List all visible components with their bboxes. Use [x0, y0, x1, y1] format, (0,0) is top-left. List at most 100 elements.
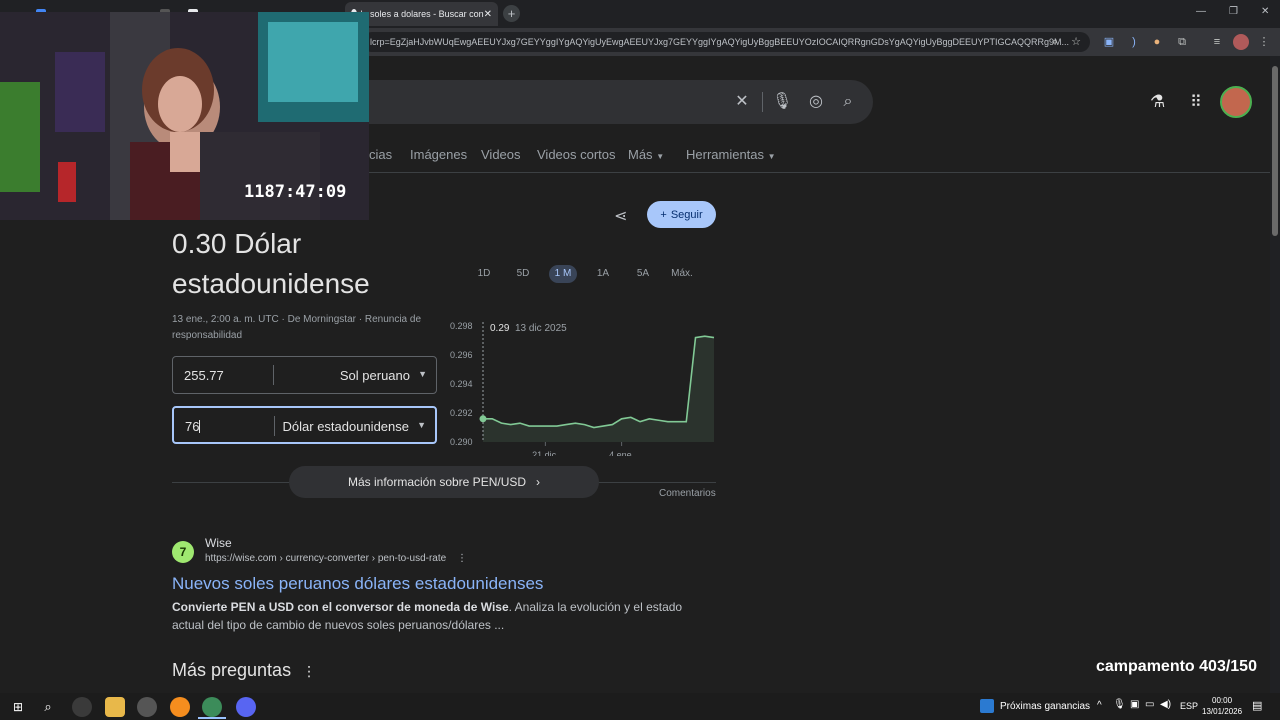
windows-start-icon[interactable]: ⊞ [8, 697, 28, 717]
y-tick-label: 0.290 [450, 437, 473, 447]
close-window-button[interactable]: ✕ [1261, 6, 1269, 17]
address-bar[interactable]: lcrp=EgZjaHJvbWUqEwgAEEUYJxg7GEYYggIYgAQ… [362, 32, 1090, 52]
dropdown-caret-icon[interactable]: ▼ [418, 369, 427, 379]
from-currency-row: 255.77 Sol peruano ▼ [172, 356, 437, 394]
tooltip-date: 13 dic 2025 [515, 323, 567, 334]
share-icon[interactable]: ⋖ [614, 206, 627, 226]
range-5a[interactable]: 5A [633, 265, 653, 283]
tab-news[interactable]: cias [369, 147, 392, 162]
to-amount-input[interactable]: 76 [185, 419, 201, 434]
bookmark-star-icon[interactable]: ☆ [1068, 34, 1084, 50]
widget-icon[interactable] [980, 699, 994, 713]
file-explorer-icon[interactable] [105, 697, 125, 717]
more-questions-label: Más preguntas [172, 660, 292, 680]
x-tick-label: 4 ene. [609, 450, 634, 456]
chevron-down-icon: ▼ [767, 152, 776, 161]
widget-label[interactable]: Próximas ganancias [1000, 701, 1090, 712]
more-options-icon[interactable]: ⋮ [457, 553, 467, 564]
y-tick-label: 0.294 [450, 379, 473, 389]
search-input[interactable]: ✕ 🎙 ◎ ⌕ [340, 80, 873, 124]
y-tick-label: 0.292 [450, 408, 473, 418]
clear-icon[interactable]: ✕ [732, 92, 752, 112]
more-info-button[interactable]: Más información sobre PEN/USD › [289, 466, 599, 498]
media-control-icon[interactable]: ≡ [1209, 34, 1225, 50]
range-5d[interactable]: 5D [513, 265, 533, 283]
clock-date[interactable]: 13/01/2026 [1202, 707, 1242, 716]
range-1d[interactable]: 1D [474, 265, 494, 283]
tab-short-videos[interactable]: Videos cortos [537, 147, 616, 162]
more-options-icon[interactable]: ⋮ [302, 663, 316, 679]
field-divider [273, 365, 274, 385]
chrome-app-icon[interactable] [202, 697, 222, 717]
tab-title: le soles a dolares - Buscar con [360, 9, 484, 19]
campamento-counter: campamento 403/150 [1096, 658, 1257, 675]
more-info-label: Más información sobre PEN/USD [347, 475, 527, 489]
tray-chevron-icon[interactable]: ^ [1097, 700, 1102, 711]
tab-more[interactable]: Más ▼ [628, 147, 664, 162]
page-scrollbar[interactable] [1270, 56, 1280, 693]
taskbar-search-icon[interactable]: ⌕ [38, 697, 58, 717]
stream-timer: 1187:47:09 [244, 182, 347, 202]
extensions-puzzle-icon[interactable]: ⧉ [1174, 34, 1190, 50]
notifications-icon[interactable]: ▤ [1252, 699, 1262, 712]
result-title-link[interactable]: Nuevos soles peruanos dólares estadounid… [172, 574, 543, 594]
follow-button[interactable]: + Seguir [647, 201, 716, 228]
overwatch-app-icon[interactable] [170, 697, 190, 717]
from-amount-input[interactable]: 255.77 [184, 368, 224, 383]
translate-extension-icon[interactable]: ▣ [1101, 34, 1117, 50]
conversion-meta: 13 ene., 2:00 a. m. UTC · De Morningstar… [172, 314, 422, 341]
obs-app-icon[interactable] [72, 697, 92, 717]
range-max[interactable]: Máx. [668, 265, 696, 283]
snippet-bold: Convierte PEN a USD con el conversor de … [172, 600, 509, 614]
wise-favicon: 7 [172, 541, 194, 563]
restore-button[interactable]: ❐ [1229, 6, 1238, 17]
range-1a[interactable]: 1A [593, 265, 613, 283]
tab-images[interactable]: Imágenes [410, 147, 467, 162]
tab-close-icon[interactable]: ✕ [484, 9, 492, 20]
hover-point [479, 415, 487, 423]
audio-extension-icon[interactable]: ) [1126, 34, 1142, 50]
scroll-thumb[interactable] [1272, 66, 1278, 236]
feedback-link[interactable]: Comentarios [659, 488, 716, 499]
minimize-button[interactable]: — [1196, 6, 1206, 17]
result-site-name[interactable]: Wise [205, 536, 232, 550]
plus-icon: + [660, 208, 667, 221]
tab-tools[interactable]: Herramientas ▼ [686, 147, 776, 162]
discord-app-icon[interactable] [236, 697, 256, 717]
tab-videos[interactable]: Videos [481, 147, 521, 162]
labs-flask-icon[interactable]: ⚗ [1150, 92, 1165, 112]
display-tray-icon[interactable]: ▣ [1130, 699, 1139, 710]
x-tick-label: 21 dic. [532, 450, 559, 456]
windows-taskbar: ⊞ ⌕ Próximas ganancias ^ 🎙 ▣ ▭ ◀) ESP 00… [0, 693, 1280, 720]
tooltip-value: 0.29 [490, 323, 510, 334]
from-currency-select[interactable]: Sol peruano [340, 368, 410, 383]
extension-icon[interactable]: ● [1149, 34, 1165, 50]
account-avatar[interactable] [1220, 86, 1252, 118]
apps-grid-icon[interactable]: ⠿ [1190, 92, 1202, 112]
volume-tray-icon[interactable]: ◀) [1160, 699, 1171, 710]
dropdown-caret-icon[interactable]: ▼ [417, 420, 426, 430]
exchange-rate-chart[interactable]: 0.298 0.296 0.294 0.292 0.290 21 dic. 4 ene. 0.… [446, 296, 721, 456]
network-tray-icon[interactable]: ▭ [1145, 699, 1154, 710]
to-amount-value: 76 [185, 419, 200, 434]
result-snippet: Convierte PEN a USD con el conversor de … [172, 598, 712, 634]
field-divider [274, 416, 275, 436]
zoom-icon[interactable]: ⌕ [1047, 34, 1063, 50]
new-tab-button[interactable]: + [503, 5, 520, 22]
mic-icon[interactable]: 🎙 [772, 92, 792, 112]
menu-dots-icon[interactable]: ⋮ [1256, 34, 1272, 50]
to-currency-select[interactable]: Dólar estadounidense [283, 419, 409, 434]
range-1m[interactable]: 1 M [549, 265, 577, 283]
lens-icon[interactable]: ◎ [806, 92, 826, 112]
search-icon[interactable]: ⌕ [838, 92, 858, 112]
profile-avatar[interactable] [1233, 34, 1249, 50]
mic-tray-icon[interactable]: 🎙 [1113, 699, 1126, 710]
language-indicator[interactable]: ESP [1180, 701, 1198, 711]
result-url[interactable]: https://wise.com › currency-converter › … [205, 553, 467, 564]
more-questions-heading: Más preguntas ⋮ [172, 660, 316, 681]
chart-series-line [483, 335, 715, 429]
steam-app-icon[interactable] [137, 697, 157, 717]
clock-time[interactable]: 00:00 [1212, 696, 1232, 705]
chevron-down-icon: ▼ [656, 152, 665, 161]
y-tick-label: 0.298 [450, 321, 473, 331]
